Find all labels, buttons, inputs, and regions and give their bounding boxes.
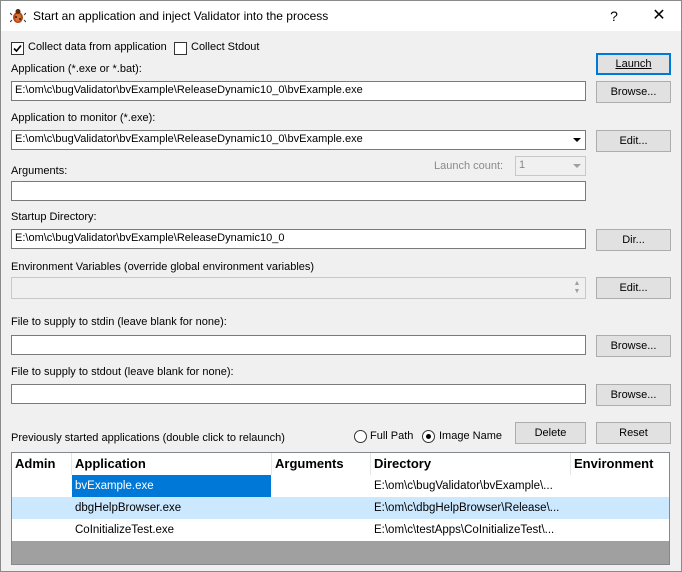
startup-directory-input[interactable]: E:\om\c\bugValidator\bvExample\ReleaseDy… [11,229,586,249]
bug-icon [9,8,27,24]
column-header-arguments[interactable]: Arguments [272,453,371,475]
cell-environment [571,519,669,541]
launch-button[interactable]: Launch [596,53,671,75]
list-item[interactable]: bvExample.exe E:\om\c\bugValidator\bvExa… [12,475,669,497]
column-header-environment[interactable]: Environment [571,453,669,475]
cell-application: bvExample.exe [72,475,271,497]
stdout-input[interactable] [11,384,586,404]
arguments-input[interactable] [11,181,586,201]
window-title: Start an application and inject Validato… [33,9,329,23]
close-button[interactable]: ✕ [645,6,673,26]
title-bar: Start an application and inject Validato… [1,1,681,31]
stdin-input[interactable] [11,335,586,355]
dialog-window: Start an application and inject Validato… [0,0,682,572]
cell-arguments [272,497,371,519]
cell-admin [12,475,72,497]
arguments-label: Arguments: [11,165,68,177]
stdin-label: File to supply to stdin (leave blank for… [11,316,227,328]
column-header-directory[interactable]: Directory [371,453,571,475]
reset-button[interactable]: Reset [596,422,671,444]
monitor-combobox[interactable]: E:\om\c\bugValidator\bvExample\ReleaseDy… [11,130,586,150]
list-item[interactable]: CoInitializeTest.exe E:\om\c\testApps\Co… [12,519,669,541]
column-header-application[interactable]: Application [72,453,272,475]
startup-directory-label: Startup Directory: [11,211,97,223]
application-input[interactable]: E:\om\c\bugValidator\bvExample\ReleaseDy… [11,81,586,101]
launch-button-label: Launch [615,58,652,70]
spin-icon: ▲ ▼ [573,280,581,295]
cell-arguments [272,475,371,497]
checkmark-icon [13,44,22,53]
collect-data-label: Collect data from application [28,41,167,53]
environment-label: Environment Variables (override global e… [11,261,315,273]
launch-count-label: Launch count: [434,160,504,172]
cell-directory: E:\om\c\bugValidator\bvExample\... [374,480,553,492]
stdin-browse-button[interactable]: Browse... [596,335,671,357]
cell-admin [12,497,72,519]
cell-environment [571,497,669,519]
cell-directory: E:\om\c\testApps\CoInitializeTest\... [374,524,555,536]
monitor-edit-button[interactable]: Edit... [596,130,671,152]
environment-input: ▲ ▼ [11,277,586,299]
environment-edit-button[interactable]: Edit... [596,277,671,299]
startup-dir-button[interactable]: Dir... [596,229,671,251]
stdout-browse-button[interactable]: Browse... [596,384,671,406]
delete-button[interactable]: Delete [515,422,586,444]
cell-application: dbgHelpBrowser.exe [75,502,182,514]
full-path-radio[interactable] [354,430,367,443]
cell-directory: E:\om\c\dbgHelpBrowser\Release\... [374,502,560,514]
collect-data-checkbox[interactable] [11,42,24,55]
launch-count-value: 1 [519,159,526,171]
monitor-combobox-value: E:\om\c\bugValidator\bvExample\ReleaseDy… [15,133,363,145]
application-label: Application (*.exe or *.bat): [11,63,142,75]
cell-arguments [272,519,371,541]
cell-environment [571,475,669,497]
cell-admin [12,519,72,541]
help-button[interactable]: ? [603,6,625,26]
column-header-admin[interactable]: Admin [12,453,72,475]
previous-apps-list[interactable]: Admin Application Arguments Directory En… [11,452,670,565]
list-item[interactable]: dbgHelpBrowser.exe E:\om\c\dbgHelpBrowse… [12,497,669,519]
chevron-down-icon [569,157,585,175]
application-browse-button[interactable]: Browse... [596,81,671,103]
launch-count-combobox: 1 [515,156,586,176]
previous-apps-label: Previously started applications (double … [11,432,285,444]
cell-application: CoInitializeTest.exe [75,524,175,536]
image-name-label: Image Name [439,430,502,442]
full-path-label: Full Path [370,430,414,442]
list-header: Admin Application Arguments Directory En… [12,453,669,475]
stdout-label: File to supply to stdout (leave blank fo… [11,366,234,378]
collect-stdout-label: Collect Stdout [191,41,260,53]
collect-stdout-checkbox[interactable] [174,42,187,55]
monitor-label: Application to monitor (*.exe): [11,112,156,124]
chevron-down-icon[interactable] [569,131,585,149]
image-name-radio[interactable] [422,430,435,443]
